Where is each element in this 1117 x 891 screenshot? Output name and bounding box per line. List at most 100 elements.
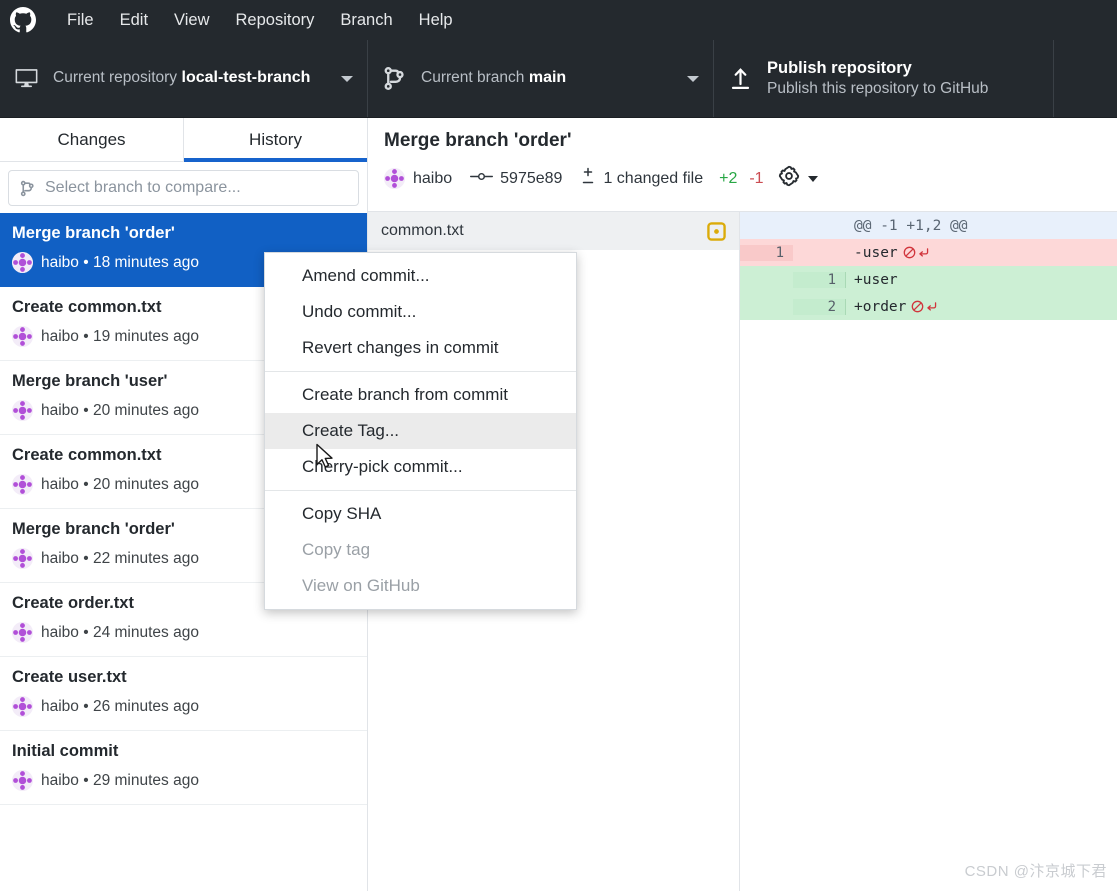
github-mark-icon[interactable]	[10, 7, 36, 33]
avatar	[12, 252, 33, 274]
current-repository-value: local-test-branch	[181, 69, 311, 87]
context-menu-item[interactable]: Create branch from commit	[265, 377, 576, 413]
diff-line[interactable]: 2 +order	[740, 293, 1117, 320]
changed-files-count: 1 changed file	[603, 169, 704, 187]
avatar	[12, 474, 33, 496]
menu-branch[interactable]: Branch	[327, 7, 405, 34]
diff-new-line-number: 1	[793, 271, 846, 288]
commit-item-title: Merge branch 'order'	[12, 224, 175, 242]
commit-item-author-time: haibo • 20 minutes ago	[41, 475, 199, 493]
github-desktop-window: File Edit View Repository Branch Help Cu…	[0, 0, 1117, 891]
chevron-down-icon	[807, 175, 818, 182]
commit-item-meta: haibo • 29 minutes ago	[12, 770, 355, 792]
context-menu-item[interactable]: Undo commit...	[265, 294, 576, 330]
commit-item-title: Create user.txt	[12, 668, 127, 686]
current-branch-label: Current branch	[421, 69, 525, 87]
commit-detail-title: Merge branch 'order'	[384, 130, 572, 151]
commit-context-menu[interactable]: Amend commit... Undo commit... Revert chan…	[264, 252, 577, 610]
publish-repository-button[interactable]: Publish repository Publish this reposito…	[714, 40, 1054, 117]
menu-view[interactable]: View	[161, 7, 222, 34]
commit-item-author-time: haibo • 24 minutes ago	[41, 623, 199, 641]
current-repository-button[interactable]: Current repository local-test-branch	[0, 40, 368, 117]
context-menu-item[interactable]: Amend commit...	[265, 258, 576, 294]
avatar	[384, 168, 405, 189]
commit-item-author-time: haibo • 20 minutes ago	[41, 401, 199, 419]
diff-line-text: @@ -1 +1,2 @@	[854, 217, 968, 234]
diff-plus-minus-icon	[580, 167, 596, 190]
select-branch-to-compare-input[interactable]: Select branch to compare...	[8, 170, 359, 206]
context-menu-item[interactable]: Cherry-pick commit...	[265, 449, 576, 485]
diff-old-line-number: 1	[740, 244, 793, 261]
compare-branch-area: Select branch to compare...	[0, 162, 367, 213]
commit-item-author-time: haibo • 26 minutes ago	[41, 697, 199, 715]
commit-item-meta: haibo • 26 minutes ago	[12, 696, 355, 718]
menu-help[interactable]: Help	[406, 7, 466, 34]
compare-placeholder: Select branch to compare...	[45, 179, 241, 196]
deletions-count: -1	[749, 169, 764, 187]
publish-repository-title: Publish repository	[767, 58, 912, 77]
commit-item-author-time: haibo • 18 minutes ago	[41, 253, 199, 271]
diff-line[interactable]: @@ -1 +1,2 @@	[740, 212, 1117, 239]
commit-options-button[interactable]	[778, 165, 818, 192]
diff-line-text: +user	[854, 271, 898, 288]
publish-repository-text: Publish repository Publish this reposito…	[767, 58, 1039, 100]
current-branch-value: main	[528, 69, 567, 87]
current-branch-text: Current branch main	[421, 68, 679, 88]
upload-arrow-icon	[728, 66, 753, 91]
context-menu-separator	[265, 490, 576, 491]
additions-count: +2	[719, 169, 738, 187]
sidebar-tabs: Changes History	[0, 118, 367, 162]
commit-detail-sha[interactable]: 5975e89	[500, 170, 562, 188]
commit-list-item[interactable]: Initial commit haibo • 29 minutes ago	[0, 731, 367, 805]
diff-line[interactable]: 1 -user	[740, 239, 1117, 266]
tab-history-label: History	[249, 129, 302, 149]
avatar	[12, 326, 33, 348]
commit-detail-author: haibo	[413, 169, 453, 187]
modified-dot-icon	[707, 221, 726, 241]
commit-item-author-time: haibo • 19 minutes ago	[41, 327, 199, 345]
commit-item-title: Initial commit	[12, 742, 119, 760]
avatar	[12, 770, 33, 792]
changed-file-row[interactable]: common.txt	[368, 212, 739, 250]
chevron-down-icon	[341, 75, 353, 82]
context-menu-item[interactable]: Create Tag...	[265, 413, 576, 449]
commit-detail-meta: haibo 5975e89 1 changed file +2 -1	[384, 165, 1101, 192]
git-branch-icon	[382, 66, 407, 91]
diff-line[interactable]: 1 +user	[740, 266, 1117, 293]
context-menu-separator	[265, 371, 576, 372]
context-menu-item: View on GitHub	[302, 576, 420, 595]
current-repository-text: Current repository local-test-branch	[53, 68, 333, 88]
diff-viewer[interactable]: @@ -1 +1,2 @@ 1 -user 1 +user 2 +order	[740, 212, 1117, 891]
menu-bar: File Edit View Repository Branch Help	[0, 0, 1117, 40]
diff-line-text: -user	[846, 245, 1117, 261]
watermark: CSDN @汴京城下君	[964, 863, 1107, 880]
publish-repository-subtitle: Publish this repository to GitHub	[767, 80, 989, 97]
changed-file-name: common.txt	[381, 222, 464, 239]
git-branch-icon	[19, 180, 36, 197]
diff-line-text: +order	[846, 299, 1117, 315]
menu-repository[interactable]: Repository	[223, 7, 328, 34]
menu-file[interactable]: File	[54, 7, 107, 34]
context-menu-item[interactable]: Copy SHA	[265, 496, 576, 532]
current-branch-button[interactable]: Current branch main	[368, 40, 714, 117]
gear-icon	[778, 165, 800, 192]
diff-new-line-number: 2	[793, 298, 846, 315]
desktop-repo-icon	[14, 66, 39, 91]
current-repository-label: Current repository	[53, 69, 178, 87]
no-newline-at-eof-icon	[903, 246, 930, 259]
commit-item-author-time: haibo • 22 minutes ago	[41, 549, 199, 567]
avatar	[12, 548, 33, 570]
commit-item-author-time: haibo • 29 minutes ago	[41, 771, 199, 789]
tab-changes[interactable]: Changes	[0, 118, 183, 161]
avatar	[12, 696, 33, 718]
commit-detail-header: Merge branch 'order' haibo 5975e89 1 cha…	[368, 118, 1117, 212]
tab-history[interactable]: History	[184, 118, 367, 162]
commit-item-meta: haibo • 24 minutes ago	[12, 622, 355, 644]
menu-edit[interactable]: Edit	[107, 7, 161, 34]
no-newline-at-eof-icon	[911, 300, 938, 313]
git-commit-icon	[470, 169, 494, 189]
chevron-down-icon	[687, 75, 699, 82]
commit-list-item[interactable]: Create user.txt haibo • 26 minutes ago	[0, 657, 367, 731]
context-menu-item[interactable]: Revert changes in commit	[265, 330, 576, 366]
toolbar: Current repository local-test-branch Cur…	[0, 40, 1117, 118]
